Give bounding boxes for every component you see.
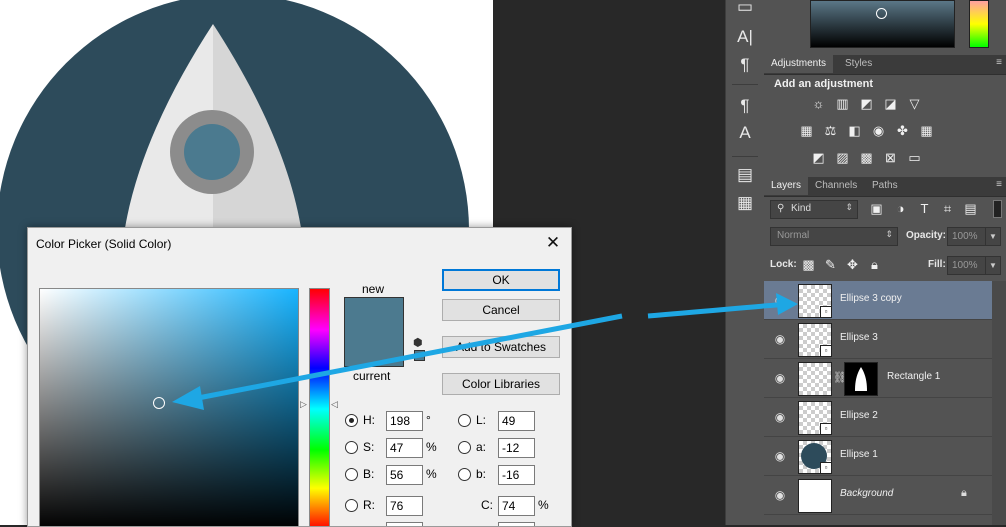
arrow-head-left xyxy=(172,386,204,410)
arrow-head-right xyxy=(776,293,798,315)
annotation-arrow xyxy=(172,293,798,410)
arrow-main-segment xyxy=(197,313,623,401)
arrow-tail-segment xyxy=(647,301,791,319)
